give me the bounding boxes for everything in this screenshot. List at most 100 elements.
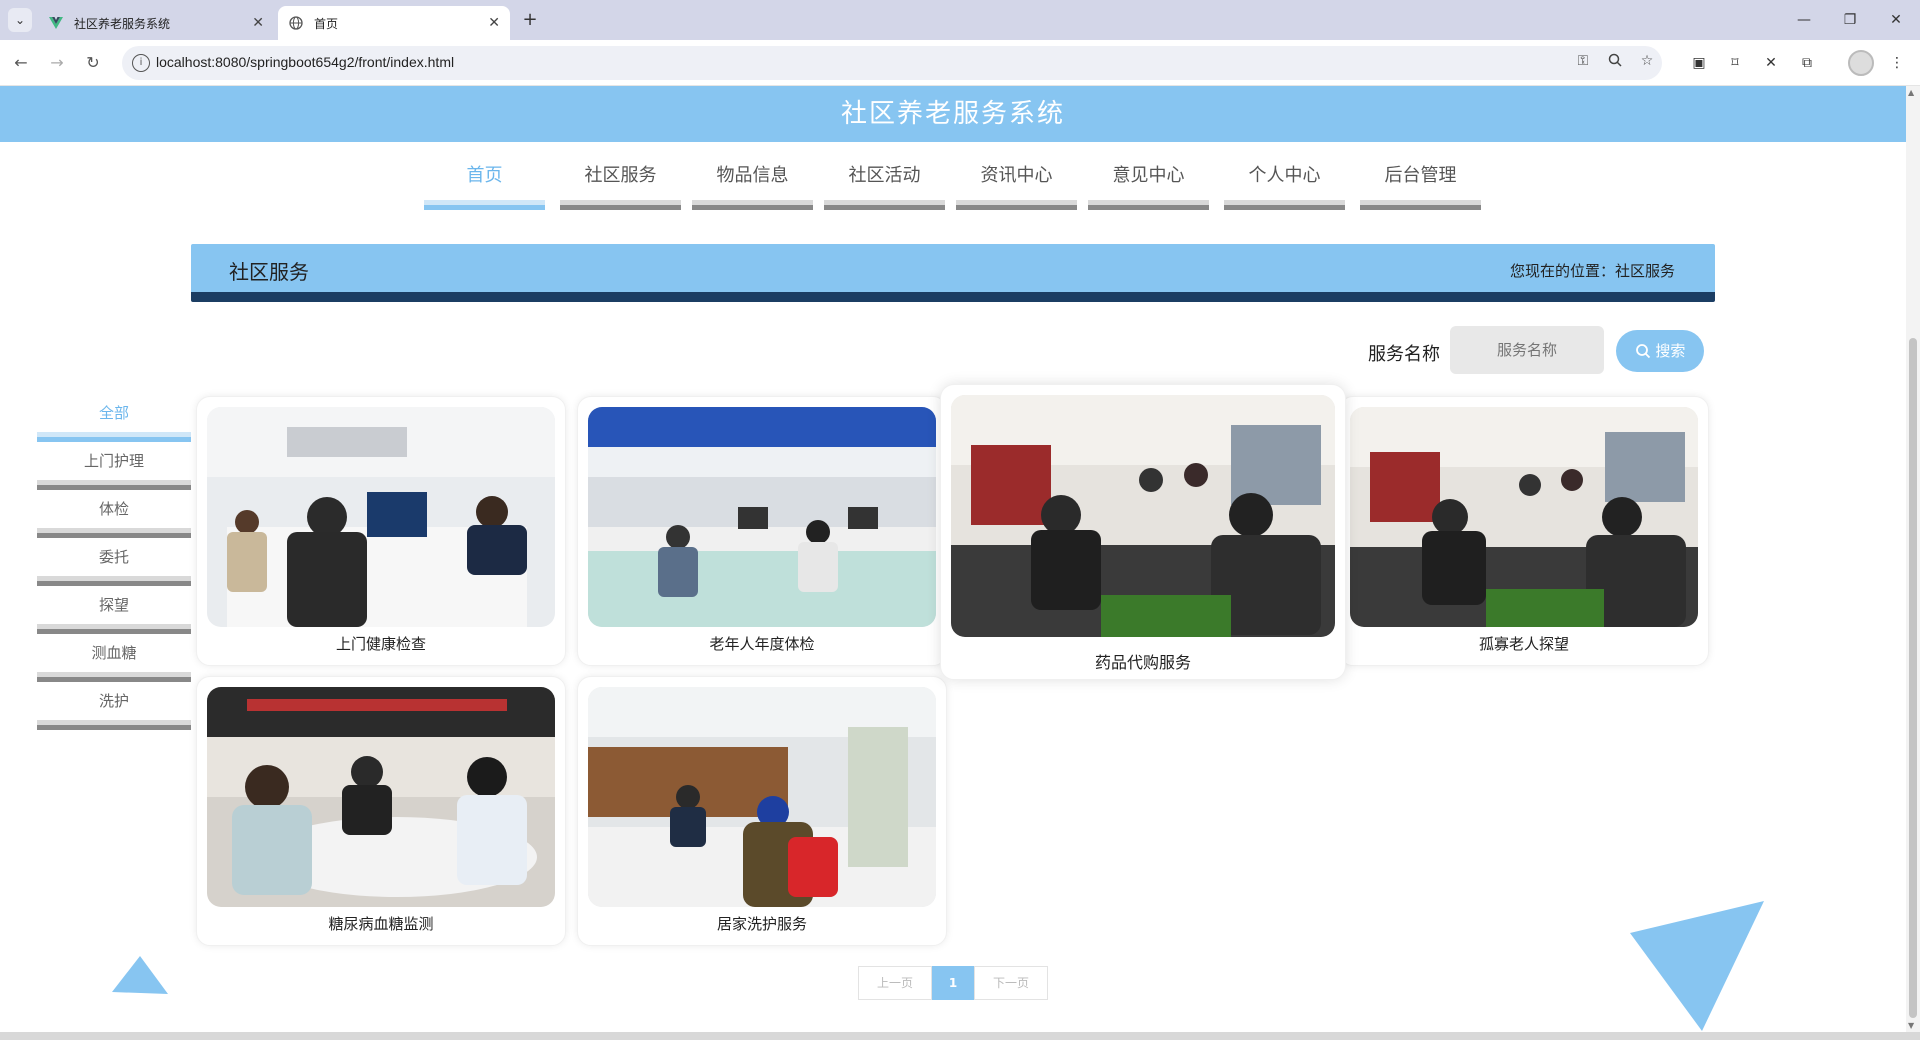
- scroll-down-icon[interactable]: ▼: [1908, 1021, 1914, 1030]
- service-photo[interactable]: [951, 395, 1335, 637]
- extension-icon[interactable]: ▣: [1688, 52, 1710, 74]
- service-name: 糖尿病血糖监测: [328, 915, 434, 933]
- globe-icon: [288, 15, 304, 31]
- category-label: 体检: [98, 500, 129, 518]
- category-item-checkup[interactable]: 体检: [37, 490, 191, 538]
- decorative-triangle-small: [112, 956, 168, 994]
- nav-underline: [1088, 200, 1209, 210]
- nav-underline: [560, 200, 681, 210]
- prev-page-button[interactable]: 上一页: [858, 966, 932, 1000]
- extension-x-icon[interactable]: ✕: [1760, 52, 1782, 74]
- avatar[interactable]: [1848, 50, 1874, 76]
- nav-underline: [1360, 200, 1481, 210]
- service-card[interactable]: 糖尿病血糖监测: [196, 676, 566, 946]
- nav-item-community-service[interactable]: 社区服务: [560, 166, 681, 210]
- service-photo[interactable]: [588, 407, 936, 627]
- tab-search-button[interactable]: ⌄: [8, 8, 32, 32]
- browser-tab-bar: ⌄ 社区养老服务系统 ✕ 首页 ✕ + — ❐ ✕: [0, 0, 1920, 40]
- nav-item-admin[interactable]: 后台管理: [1360, 166, 1481, 210]
- category-underline: [37, 672, 191, 682]
- category-sidebar: 全部 上门护理 体检 委托 探望 测血糖 洗护: [37, 394, 191, 730]
- category-label: 测血糖: [91, 644, 137, 662]
- search-button[interactable]: 搜索: [1616, 330, 1704, 372]
- nav-underline: [692, 200, 813, 210]
- site-header: 社区养老服务系统: [0, 86, 1906, 142]
- category-label: 委托: [98, 548, 129, 566]
- service-card[interactable]: 孤寡老人探望: [1339, 396, 1709, 666]
- service-photo[interactable]: [207, 687, 555, 907]
- page-number-button[interactable]: 1: [932, 966, 974, 1000]
- service-card[interactable]: 居家洗护服务: [577, 676, 947, 946]
- close-icon[interactable]: ✕: [252, 15, 264, 31]
- service-card[interactable]: 上门健康检查: [196, 396, 566, 666]
- category-item-visit[interactable]: 探望: [37, 586, 191, 634]
- nav-item-goods[interactable]: 物品信息: [692, 166, 813, 210]
- service-photo[interactable]: [1350, 407, 1698, 627]
- category-item-all[interactable]: 全部: [37, 394, 191, 442]
- pagination: 上一页 1 下一页: [858, 966, 1048, 1000]
- site-info-icon[interactable]: i: [132, 54, 150, 72]
- nav-item-profile[interactable]: 个人中心: [1224, 166, 1345, 210]
- section-title: 社区服务: [229, 260, 309, 284]
- nav-label: 首页: [466, 165, 503, 186]
- minimize-icon[interactable]: —: [1786, 8, 1822, 32]
- search-button-label: 搜索: [1655, 342, 1686, 360]
- service-card[interactable]: 老年人年度体检: [577, 396, 947, 666]
- nav-item-news[interactable]: 资讯中心: [956, 166, 1077, 210]
- close-window-icon[interactable]: ✕: [1878, 8, 1914, 32]
- service-name: 药品代购服务: [1094, 653, 1191, 672]
- category-label: 洗护: [98, 692, 129, 710]
- forward-icon[interactable]: →: [44, 50, 70, 76]
- category-label: 上门护理: [83, 452, 144, 470]
- close-icon[interactable]: ✕: [488, 15, 500, 31]
- category-underline: [37, 480, 191, 490]
- back-icon[interactable]: ←: [8, 50, 34, 76]
- vue-logo-icon: [48, 15, 64, 31]
- decorative-triangle-large: [1630, 901, 1764, 1031]
- service-photo[interactable]: [588, 687, 936, 907]
- nav-label: 个人中心: [1248, 165, 1321, 186]
- zoom-icon[interactable]: [1604, 53, 1626, 73]
- page-viewport: 社区养老服务系统 首页 社区服务 物品信息 社区活动 资讯中心 意见中心 个人中…: [0, 86, 1906, 1032]
- new-tab-icon[interactable]: +: [518, 8, 542, 32]
- bookmark-icon[interactable]: ⌑: [1724, 52, 1746, 74]
- browser-tab-1[interactable]: 社区养老服务系统 ✕: [38, 6, 274, 40]
- reload-icon[interactable]: ↻: [80, 50, 106, 76]
- nav-underline: [824, 200, 945, 210]
- category-item-errand[interactable]: 委托: [37, 538, 191, 586]
- category-item-blood-sugar[interactable]: 测血糖: [37, 634, 191, 682]
- search-input[interactable]: [1450, 326, 1604, 374]
- browser-tab-2[interactable]: 首页 ✕: [278, 6, 510, 40]
- nav-label: 社区服务: [584, 165, 657, 186]
- restore-icon[interactable]: ❐: [1832, 8, 1868, 32]
- category-item-bathing[interactable]: 洗护: [37, 682, 191, 730]
- nav-label: 物品信息: [716, 165, 789, 186]
- next-page-button[interactable]: 下一页: [974, 966, 1048, 1000]
- menu-icon[interactable]: ⋮: [1886, 52, 1908, 74]
- category-underline: [37, 576, 191, 586]
- page-scrollbar[interactable]: ▲ ▼: [1906, 86, 1920, 1032]
- section-banner: 社区服务 您现在的位置：社区服务: [191, 244, 1715, 302]
- browser-toolbar: ← → ↻ i localhost:8080/springboot654g2/f…: [0, 40, 1920, 86]
- nav-item-home[interactable]: 首页: [424, 166, 545, 210]
- breadcrumb: 您现在的位置：社区服务: [1509, 262, 1675, 280]
- scrollbar-thumb[interactable]: [1909, 338, 1917, 1018]
- star-icon[interactable]: ☆: [1636, 53, 1658, 73]
- nav-label: 意见中心: [1112, 165, 1185, 186]
- nav-item-activities[interactable]: 社区活动: [824, 166, 945, 210]
- category-label: 全部: [98, 404, 129, 422]
- category-underline: [37, 624, 191, 634]
- puzzle-icon[interactable]: ⧉: [1796, 52, 1818, 74]
- key-icon[interactable]: ⚿: [1572, 53, 1594, 73]
- service-name: 老年人年度体检: [709, 635, 815, 653]
- address-bar[interactable]: i localhost:8080/springboot654g2/front/i…: [122, 46, 1662, 80]
- service-card-hovered[interactable]: 药品代购服务: [940, 384, 1346, 680]
- category-item-home-care[interactable]: 上门护理: [37, 442, 191, 490]
- service-photo[interactable]: [207, 407, 555, 627]
- nav-label: 资讯中心: [980, 165, 1053, 186]
- window-bottom-edge: [0, 1032, 1920, 1040]
- url-text: localhost:8080/springboot654g2/front/ind…: [156, 54, 455, 70]
- scroll-up-icon[interactable]: ▲: [1908, 88, 1914, 97]
- service-name: 居家洗护服务: [716, 915, 807, 933]
- nav-item-feedback[interactable]: 意见中心: [1088, 166, 1209, 210]
